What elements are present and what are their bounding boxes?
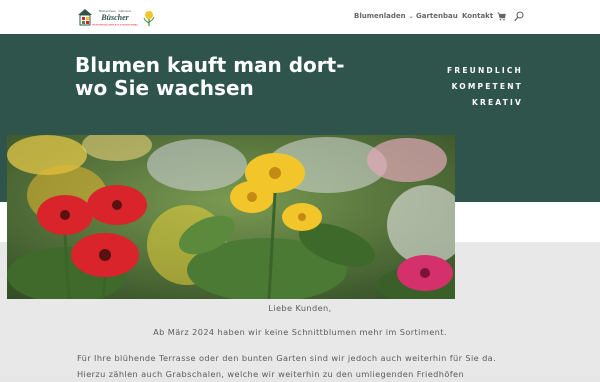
logo-name: Büscher [100,13,129,22]
search-icon[interactable] [514,11,524,22]
sun-icon [143,11,155,26]
nav-kontakt-label: Kontakt [462,12,494,20]
cart-icon[interactable] [497,12,506,21]
nav-gartenbau[interactable]: Gartenbau [416,12,458,20]
hero-title: Blumen kauft man dort- wo Sie wachsen [75,53,345,100]
logo-tagline: FRÜHJAHRSBLÜHER AUS EIGENEM ANBAU [92,24,138,27]
site-logo[interactable]: Blumenhaus · Gärtnerei Büscher FRÜHJAHRS… [77,7,157,27]
nav-blumenladen[interactable]: Blumenladen ⌄ [354,12,414,20]
site-header: Blumenhaus · Gärtnerei Büscher FRÜHJAHRS… [0,0,600,34]
nav-blumenladen-label: Blumenladen [354,12,406,20]
tagline-1: FREUNDLICH [447,66,523,75]
house-icon [78,9,92,26]
greeting-text: Liebe Kunden, [268,303,332,313]
tagline-2: KOMPETENT [451,82,523,91]
gerbera-flowers-image [7,135,455,299]
notice-text: Ab März 2024 haben wir keine Schnittblum… [153,327,447,337]
nav-gartenbau-label: Gartenbau [416,12,458,20]
intro-paragraph: Für Ihre blühende Terrasse oder den bunt… [77,353,497,379]
hero-taglines: FREUNDLICH KOMPETENT KREATIV [447,63,523,111]
nav-kontakt[interactable]: Kontakt [462,12,493,20]
tagline-3: KREATIV [471,98,523,107]
chevron-down-icon: ⌄ [408,13,414,20]
